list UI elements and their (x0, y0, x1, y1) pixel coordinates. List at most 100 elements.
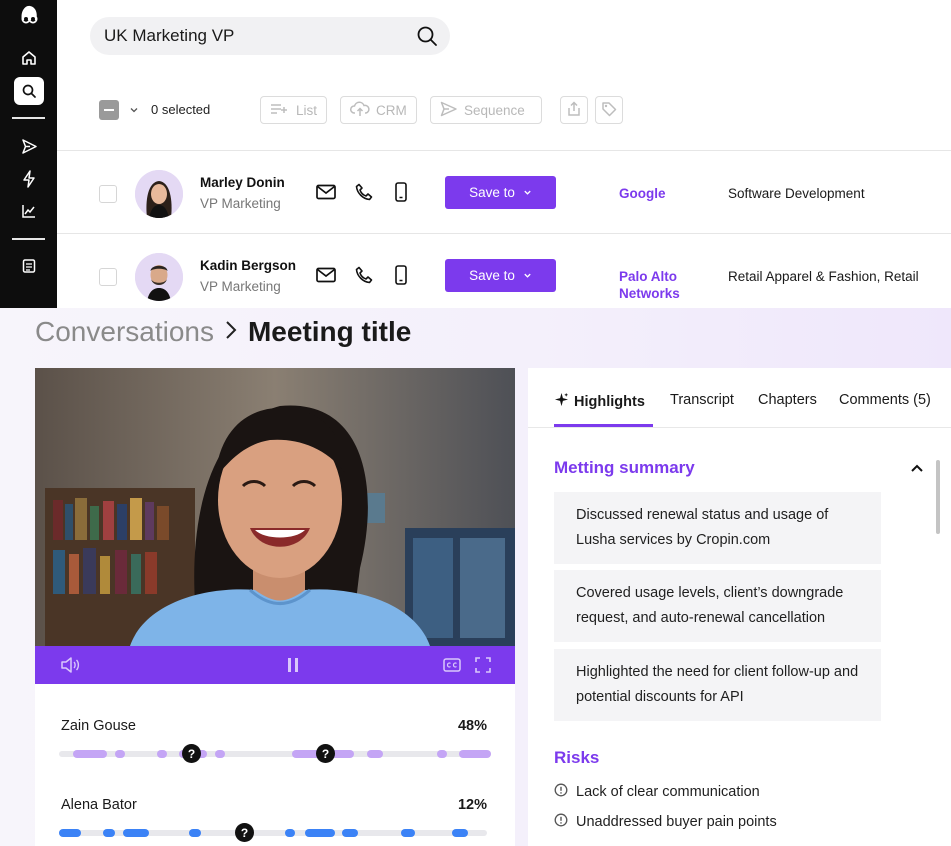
captions-icon[interactable] (443, 657, 461, 678)
company-link[interactable]: Google (619, 185, 666, 202)
speaker-percent: 12% (457, 797, 487, 813)
chevron-up-icon[interactable] (910, 460, 924, 478)
row-checkbox[interactable] (99, 268, 117, 286)
volume-icon[interactable] (60, 656, 80, 679)
crm-button[interactable]: CRM (340, 96, 417, 124)
cloud-upload-icon (350, 101, 370, 120)
phone-icon[interactable] (355, 266, 373, 289)
speech-segment[interactable] (285, 829, 295, 837)
sidebar-divider (12, 238, 45, 240)
video-controls (35, 646, 515, 684)
speech-segment[interactable] (305, 829, 335, 837)
risk-item: Unaddressed buyer pain points (554, 813, 777, 831)
person-name[interactable]: Kadin Bergson (200, 258, 296, 273)
lightning-icon[interactable] (16, 166, 42, 192)
person-name[interactable]: Marley Donin (200, 175, 285, 190)
breadcrumb-parent[interactable]: Conversations (35, 316, 214, 348)
speech-segment[interactable] (103, 829, 115, 837)
scrollbar[interactable] (936, 460, 940, 534)
document-icon[interactable] (16, 253, 42, 279)
send-icon[interactable] (16, 133, 42, 159)
risk-text: Unaddressed buyer pain points (576, 814, 777, 830)
list-icon (270, 102, 290, 119)
chevron-down-icon (523, 185, 532, 200)
prospecting-app: UK Marketing VP 0 selected List CRM Sequ… (0, 0, 951, 308)
page-title: Meeting title (247, 316, 412, 347)
speech-segment[interactable] (367, 750, 383, 758)
speaker-timeline: Zain Gouse 48% ? ? Alena Bator 12% ? (35, 684, 515, 846)
tab-chapters[interactable]: Chapters (758, 392, 817, 408)
table-row[interactable]: Kadin Bergson VP Marketing Save to Palo … (57, 234, 951, 308)
tab-bar: Highlights Transcript Chapters Comments … (528, 368, 951, 428)
pause-icon[interactable] (286, 657, 300, 678)
table-row[interactable]: Marley Donin VP Marketing Save to Google… (57, 151, 951, 234)
industry: Retail Apparel & Fashion, Retail (728, 269, 919, 284)
mobile-icon[interactable] (395, 265, 407, 290)
tab-comments[interactable]: Comments (5) (839, 392, 931, 408)
email-icon[interactable] (316, 184, 336, 205)
save-to-button[interactable]: Save to (445, 176, 556, 209)
speech-segment[interactable] (189, 829, 201, 837)
company-link[interactable]: Palo Alto Networks (619, 268, 709, 302)
tab-highlights[interactable]: Highlights (554, 392, 645, 411)
avatar (135, 253, 183, 301)
risks-title: Risks (554, 748, 600, 767)
breadcrumb: Conversations Meeting title (35, 316, 411, 348)
speaker-track[interactable]: ? ? (59, 744, 491, 763)
export-button[interactable] (560, 96, 588, 124)
tab-transcript[interactable]: Transcript (670, 392, 734, 408)
sidebar (0, 0, 57, 308)
search-icon[interactable] (416, 25, 438, 52)
speech-segment[interactable] (123, 829, 149, 837)
crm-label: CRM (376, 102, 407, 118)
video-frame-image (35, 368, 515, 646)
summary-item: Highlighted the need for client follow-u… (554, 649, 881, 721)
search-nav-icon[interactable] (14, 77, 44, 105)
save-to-button[interactable]: Save to (445, 259, 556, 292)
question-marker[interactable]: ? (316, 744, 335, 763)
chevron-down-icon[interactable] (129, 102, 139, 120)
speech-segment[interactable] (215, 750, 225, 758)
video-player[interactable] (35, 368, 515, 646)
speech-segment[interactable] (452, 829, 468, 837)
speaker-track[interactable]: ? (59, 823, 487, 842)
send-icon (440, 101, 458, 120)
speech-segment[interactable] (459, 750, 491, 758)
speech-segment[interactable] (437, 750, 447, 758)
row-checkbox[interactable] (99, 185, 117, 203)
info-icon (554, 783, 568, 801)
sequence-button[interactable]: Sequence (430, 96, 542, 124)
search-bar[interactable]: UK Marketing VP (90, 17, 450, 55)
chevron-right-icon (224, 316, 238, 348)
select-all-checkbox[interactable] (99, 100, 119, 120)
phone-icon[interactable] (355, 183, 373, 206)
share-icon (566, 100, 582, 120)
active-tab-indicator (554, 424, 653, 427)
logo-icon (16, 2, 42, 28)
speech-segment[interactable] (157, 750, 167, 758)
speech-segment[interactable] (59, 829, 81, 837)
sequence-label: Sequence (464, 102, 525, 118)
sparkle-icon (554, 392, 569, 411)
fullscreen-icon[interactable] (475, 657, 491, 678)
home-icon[interactable] (16, 45, 42, 71)
risk-text: Lack of clear communication (576, 784, 760, 800)
list-button[interactable]: List (260, 96, 328, 124)
email-icon[interactable] (316, 267, 336, 288)
risk-item: Lack of clear communication (554, 783, 760, 801)
question-marker[interactable]: ? (235, 823, 254, 842)
tag-button[interactable] (595, 96, 623, 124)
tag-icon (601, 101, 617, 120)
speech-segment[interactable] (401, 829, 415, 837)
avatar (135, 170, 183, 218)
speech-segment[interactable] (115, 750, 125, 758)
speech-segment[interactable] (73, 750, 107, 758)
mobile-icon[interactable] (395, 182, 407, 207)
speech-segment[interactable] (342, 829, 358, 837)
analytics-icon[interactable] (16, 198, 42, 224)
bulk-toolbar: 0 selected List CRM Sequence (99, 96, 639, 124)
search-input[interactable]: UK Marketing VP (104, 26, 234, 46)
speaker-percent: 48% (457, 718, 487, 734)
question-marker[interactable]: ? (182, 744, 201, 763)
summary-title: Metting summary (554, 458, 695, 477)
